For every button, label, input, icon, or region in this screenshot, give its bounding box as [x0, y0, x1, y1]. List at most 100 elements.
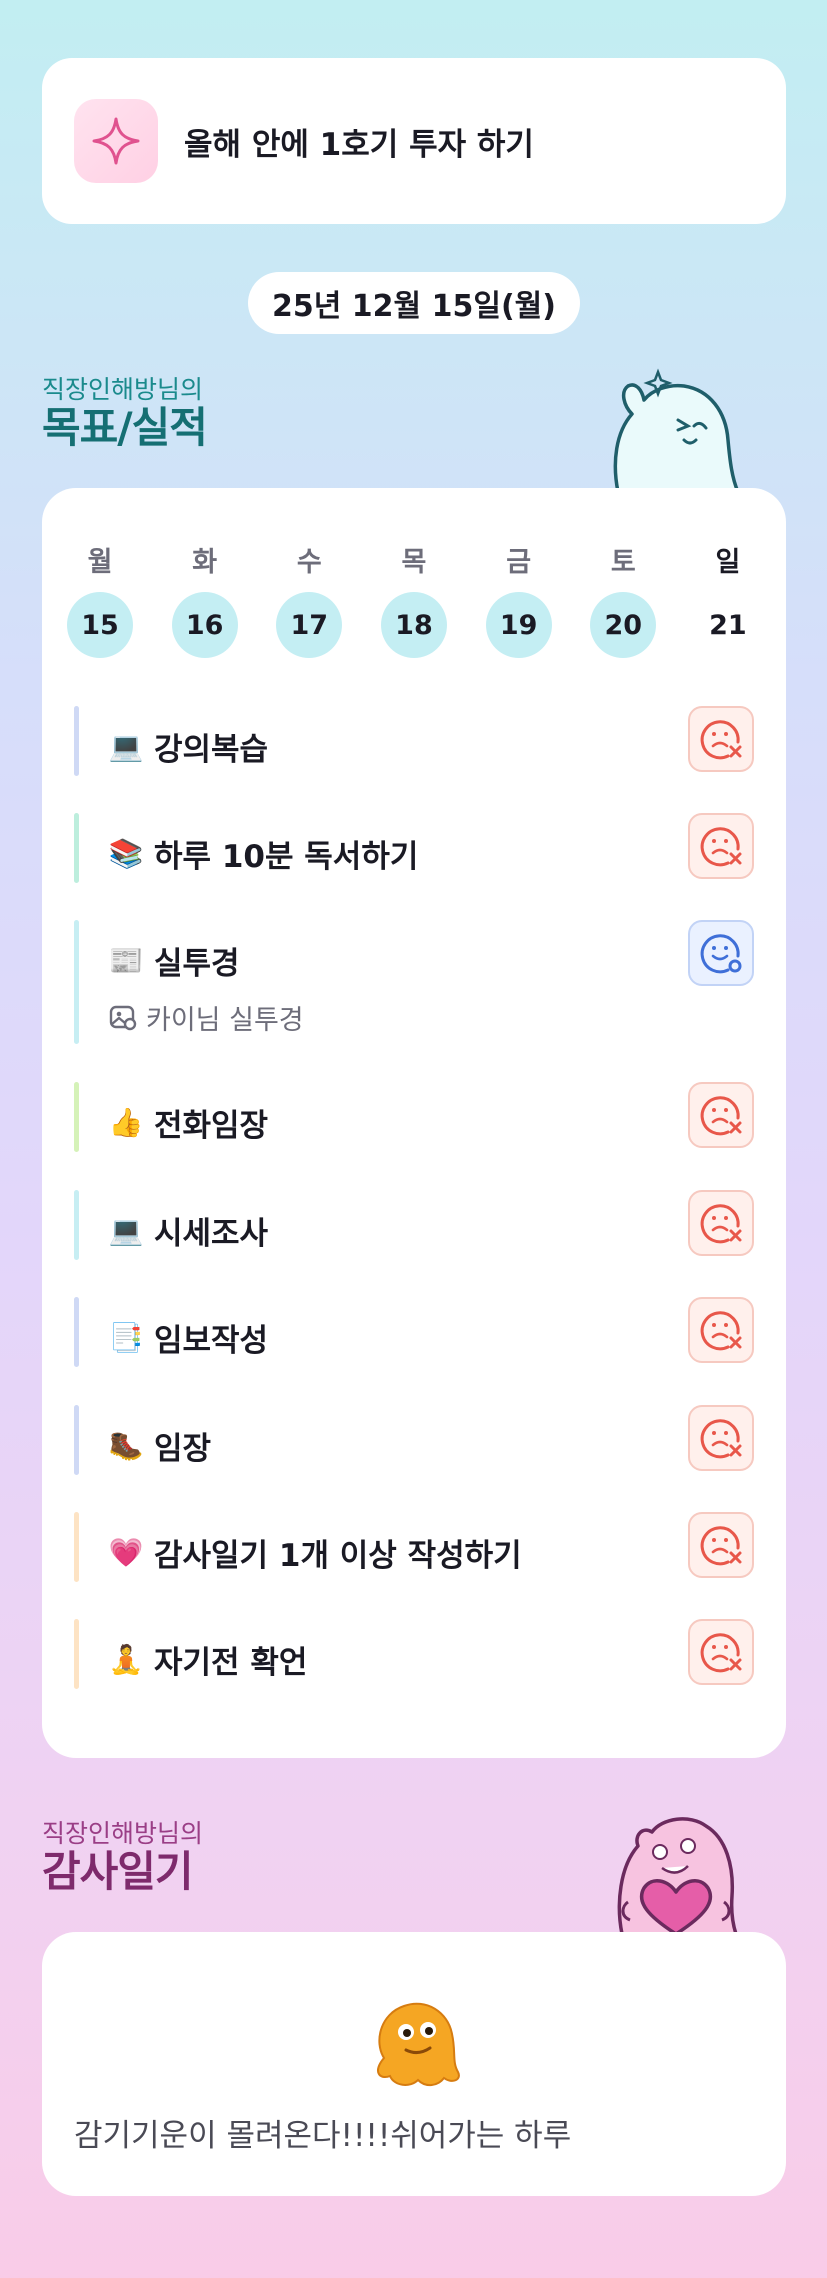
melting-blob-icon — [376, 2002, 460, 2086]
habit-title: 📰 실투경 — [108, 938, 240, 983]
happy-face-icon — [700, 934, 742, 974]
habit-row[interactable]: 💻 시세조사 — [74, 1190, 754, 1260]
habit-note-text: 카이님 실투경 — [146, 1005, 304, 1036]
habit-color-bar — [74, 1190, 79, 1260]
status-fail-button[interactable] — [688, 1405, 754, 1471]
day-number: 19 — [485, 592, 552, 658]
diary-subtitle: 직장인해방님의 — [42, 1819, 204, 1848]
status-fail-button[interactable] — [688, 706, 754, 772]
habit-row[interactable]: 📰 실투경 카이님 실투경 — [74, 920, 754, 1044]
meditation-icon: 🧘 — [108, 1643, 144, 1676]
habit-color-bar — [74, 1512, 79, 1582]
status-fail-button[interactable] — [688, 813, 754, 879]
day-column[interactable]: 화 16 — [171, 540, 239, 658]
habit-title: 💻 시세조사 — [108, 1208, 269, 1253]
habit-title: 💻 강의복습 — [108, 724, 269, 769]
document-icon: 📑 — [108, 1321, 144, 1354]
habit-note[interactable]: 카이님 실투경 — [108, 998, 304, 1037]
habit-color-bar — [74, 920, 79, 1044]
day-column[interactable]: 토 20 — [589, 540, 657, 658]
goals-card: 월 15 화 16 수 17 목 18 금 19 토 20 일 21 💻 강의복… — [42, 488, 786, 1758]
day-name: 금 — [506, 547, 532, 578]
habit-label: 강의복습 — [154, 732, 269, 768]
habit-label: 임장 — [154, 1431, 212, 1467]
habit-label: 하루 10분 독서하기 — [154, 839, 419, 875]
habit-row[interactable]: 🧘 자기전 확언 — [74, 1619, 754, 1689]
sad-face-icon — [700, 1204, 742, 1244]
habit-title: 📑 임보작성 — [108, 1315, 269, 1360]
habit-title: 🥾 임장 — [108, 1423, 211, 1468]
sad-face-icon — [700, 827, 742, 867]
habit-title: 📚 하루 10분 독서하기 — [108, 831, 419, 876]
status-fail-button[interactable] — [688, 1082, 754, 1148]
habit-row[interactable]: 💗 감사일기 1개 이상 작성하기 — [74, 1512, 754, 1582]
habit-label: 임보작성 — [154, 1323, 269, 1359]
goals-section-header: 직장인해방님의 목표/실적 — [42, 374, 208, 452]
habit-row[interactable]: 🥾 임장 — [74, 1405, 754, 1475]
day-name: 화 — [192, 547, 218, 578]
goal-banner[interactable]: 올해 안에 1호기 투자 하기 — [42, 58, 786, 224]
status-success-button[interactable] — [688, 920, 754, 986]
habit-label: 전화임장 — [154, 1108, 269, 1144]
boot-icon: 🥾 — [108, 1429, 144, 1462]
sad-face-icon — [700, 1311, 742, 1351]
day-column[interactable]: 월 15 — [66, 540, 134, 658]
books-icon: 📚 — [108, 837, 144, 870]
day-number: 16 — [171, 592, 238, 658]
sad-face-icon — [700, 720, 742, 760]
heart-icon: 💗 — [108, 1536, 144, 1569]
habit-row[interactable]: 📚 하루 10분 독서하기 — [74, 813, 754, 883]
status-fail-button[interactable] — [688, 1619, 754, 1685]
image-icon — [109, 1005, 137, 1030]
habit-color-bar — [74, 1082, 79, 1152]
day-number: 17 — [276, 592, 343, 658]
thumbs-up-icon: 👍 — [108, 1106, 144, 1139]
habit-label: 자기전 확언 — [154, 1645, 308, 1681]
habit-label: 실투경 — [154, 946, 240, 982]
day-number: 18 — [380, 592, 447, 658]
day-name: 수 — [296, 547, 322, 578]
goal-text: 올해 안에 1호기 투자 하기 — [184, 126, 534, 163]
habit-row[interactable]: 👍 전화임장 — [74, 1082, 754, 1152]
habit-color-bar — [74, 706, 79, 776]
diary-section-header: 직장인해방님의 감사일기 — [42, 1818, 203, 1894]
sad-face-icon — [700, 1633, 742, 1673]
habit-title: 💗 감사일기 1개 이상 작성하기 — [108, 1530, 522, 1575]
sad-face-icon — [700, 1096, 742, 1136]
day-name: 일 — [715, 547, 741, 578]
day-column[interactable]: 금 19 — [485, 540, 553, 658]
habit-label: 시세조사 — [154, 1216, 269, 1252]
habit-row[interactable]: 💻 강의복습 — [74, 706, 754, 776]
week-calendar: 월 15 화 16 수 17 목 18 금 19 토 20 일 21 — [66, 540, 762, 658]
habit-row[interactable]: 📑 임보작성 — [74, 1297, 754, 1367]
ghost-mascot-icon — [613, 368, 740, 492]
day-name: 토 — [610, 547, 636, 578]
habit-color-bar — [74, 1619, 79, 1689]
pink-mascot-icon — [617, 1817, 738, 1934]
day-name: 월 — [87, 547, 113, 578]
diary-card: 감기기운이 몰려온다!!!!쉬어가는 하루 — [42, 1932, 786, 2196]
day-number: 20 — [590, 592, 657, 658]
status-fail-button[interactable] — [688, 1190, 754, 1256]
sad-face-icon — [700, 1526, 742, 1566]
goals-title: 목표/실적 — [42, 403, 208, 452]
laptop-icon: 💻 — [108, 730, 144, 763]
habit-title: 👍 전화임장 — [108, 1100, 269, 1145]
habit-color-bar — [74, 1405, 79, 1475]
newspaper-icon: 📰 — [108, 944, 144, 977]
status-fail-button[interactable] — [688, 1512, 754, 1578]
sad-face-icon — [700, 1419, 742, 1459]
diary-title: 감사일기 — [42, 1847, 194, 1896]
day-number: 21 — [709, 609, 747, 641]
status-fail-button[interactable] — [688, 1297, 754, 1363]
day-column[interactable]: 목 18 — [380, 540, 448, 658]
laptop-icon: 💻 — [108, 1214, 144, 1247]
diary-entry-text: 감기기운이 몰려온다!!!!쉬어가는 하루 — [74, 2118, 572, 2154]
day-name: 목 — [401, 547, 427, 578]
date-selector[interactable]: 25년 12월 15일(월) — [248, 272, 580, 334]
day-column[interactable]: 수 17 — [275, 540, 343, 658]
habit-color-bar — [74, 813, 79, 883]
habit-color-bar — [74, 1297, 79, 1367]
habit-label: 감사일기 1개 이상 작성하기 — [154, 1538, 522, 1574]
day-column[interactable]: 일 21 — [694, 540, 762, 658]
